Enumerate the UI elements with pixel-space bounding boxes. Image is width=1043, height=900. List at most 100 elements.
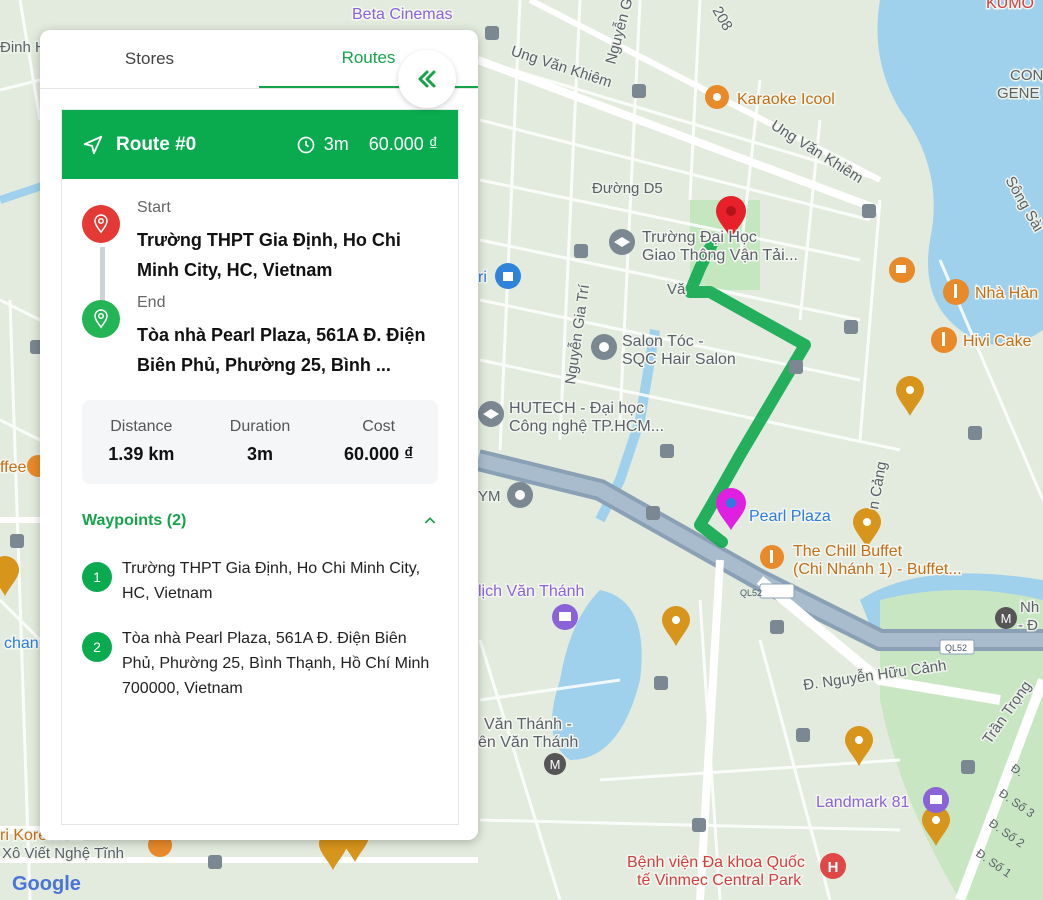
svg-text:H: H [828,859,839,876]
collapse-panel-button[interactable] [398,50,456,108]
map-label: (Chi Nhánh 1) - Buffet... [793,561,962,578]
cafe-icon [889,257,915,283]
map-label: Vă [667,281,686,298]
hospital-icon: H [820,853,846,879]
map-label: CON [1010,67,1043,84]
shopping-icon [495,263,521,289]
start-pin-icon [82,205,120,243]
waypoints-toggle[interactable]: Waypoints (2) [82,512,438,530]
map-label: Salon Tóc - [622,333,704,350]
waypoint-text: Tòa nhà Pearl Plaza, 561A Đ. Điện Biên P… [122,630,430,697]
map-label: ri [478,269,487,286]
stat-label: Distance [110,418,173,435]
map-label: Giao Thông Vận Tải... [642,247,798,264]
stat-value: 1.39 km [108,444,175,464]
bus-stop-icon [574,244,588,258]
map-label: Xô Viết Nghệ Tĩnh [2,845,124,862]
bus-stop-icon [660,444,674,458]
waypoint-number: 1 [82,562,112,592]
stat-label: Cost [362,418,396,435]
waypoints-header: Waypoints (2) [82,512,187,529]
bus-stop-icon [844,320,858,334]
map-label: Trường Đại Học [642,229,757,246]
map-label: tế Vinmec Central Park [637,872,802,889]
map-label: GENE [997,85,1040,102]
restaurant-icon [943,279,969,305]
clock-icon [297,136,315,153]
map-label: Bệnh viện Đa khoa Quốc [627,854,805,871]
map-label: ên Văn Thánh [478,734,578,751]
stat-value: 60.000 ₫ [344,444,414,464]
end-address: Tòa nhà Pearl Plaza, 561A Đ. Điện Biên P… [137,325,426,375]
map-label: QL52 [945,643,967,653]
bus-stop-icon [770,620,784,634]
route-header[interactable]: Route #0 3m 60.000 ₫ [62,110,458,179]
end-pin-icon [82,300,120,338]
bus-stop-icon [968,426,982,440]
stat-duration: Duration 3m [201,400,320,484]
metro-icon: M [544,753,566,775]
tab-stores[interactable]: Stores [40,30,259,88]
map-label: lịch Văn Thánh [478,583,584,600]
start-label: Start [137,199,171,216]
camera-icon [552,604,578,630]
bus-stop-icon [796,728,810,742]
map-label: Công nghệ TP.HCM... [509,418,664,435]
google-logo: Google [12,873,81,895]
route-stats: Distance 1.39 km Duration 3m Cost 60.000… [82,400,438,484]
map-label: Hivi Cake [963,333,1032,350]
route-duration: 3m [323,134,349,154]
bus-stop-icon [632,84,646,98]
metro-icon: M [995,607,1017,629]
stat-value: 3m [247,444,274,464]
route-cost: 60.000 ₫ [368,134,438,154]
routes-panel: Stores Routes Route #0 3m 60.000 ₫ Start… [40,30,478,840]
map-label: SQC Hair Salon [622,351,736,368]
map-label: Pearl Plaza [749,508,831,525]
restaurant-icon [760,545,784,569]
stat-cost: Cost 60.000 ₫ [319,400,438,484]
map-label: HUTECH - Đại học [509,400,644,417]
route-title: Route #0 [116,133,197,155]
school-icon [609,229,635,255]
map-label: ffee [0,459,27,476]
school-icon [478,401,504,427]
camera-icon [923,787,949,813]
bus-stop-icon [654,676,668,690]
map-label: Landmark 81 [816,794,909,811]
start-address: Trường THPT Gia Định, Ho Chi Minh City, … [137,230,401,280]
map-label: KUMO [986,0,1034,12]
chevron-up-icon [424,517,436,524]
map-label: Karaoke Icool [737,91,835,108]
stat-distance: Distance 1.39 km [82,400,201,484]
restaurant-icon [705,85,729,109]
map-label: YM [478,488,501,505]
svg-text:M: M [550,757,561,772]
end-label: End [137,294,166,311]
map-label: Văn Thánh - [484,716,572,733]
bus-stop-icon [692,818,706,832]
map-label: The Chill Buffet [793,543,903,560]
place-icon [591,334,617,360]
navigation-arrow-icon [83,135,103,154]
double-chevron-left-icon [418,70,436,88]
bus-stop-icon [485,26,499,40]
map-label: Beta Cinemas [352,6,453,23]
bus-stop-icon [10,534,24,548]
bus-stop-icon [961,760,975,774]
map-label: QL52 [740,588,762,598]
svg-text:M: M [1001,611,1012,626]
waypoint-text: Trường THPT Gia Định, Ho Chi Minh City, … [122,560,421,602]
map-label: Nh [1020,599,1039,616]
bus-stop-icon [208,855,222,869]
map-label: - Đ [1018,617,1038,634]
stat-label: Duration [229,418,291,435]
restaurant-icon [931,327,957,353]
map-label: Nhà Hàn [975,285,1038,302]
bus-stop-icon [646,506,660,520]
route-card: Route #0 3m 60.000 ₫ Start Trường THPT G… [61,109,459,825]
place-icon [507,482,533,508]
waypoint-number: 2 [82,632,112,662]
bus-stop-icon [789,360,803,374]
bus-stop-icon [862,204,876,218]
